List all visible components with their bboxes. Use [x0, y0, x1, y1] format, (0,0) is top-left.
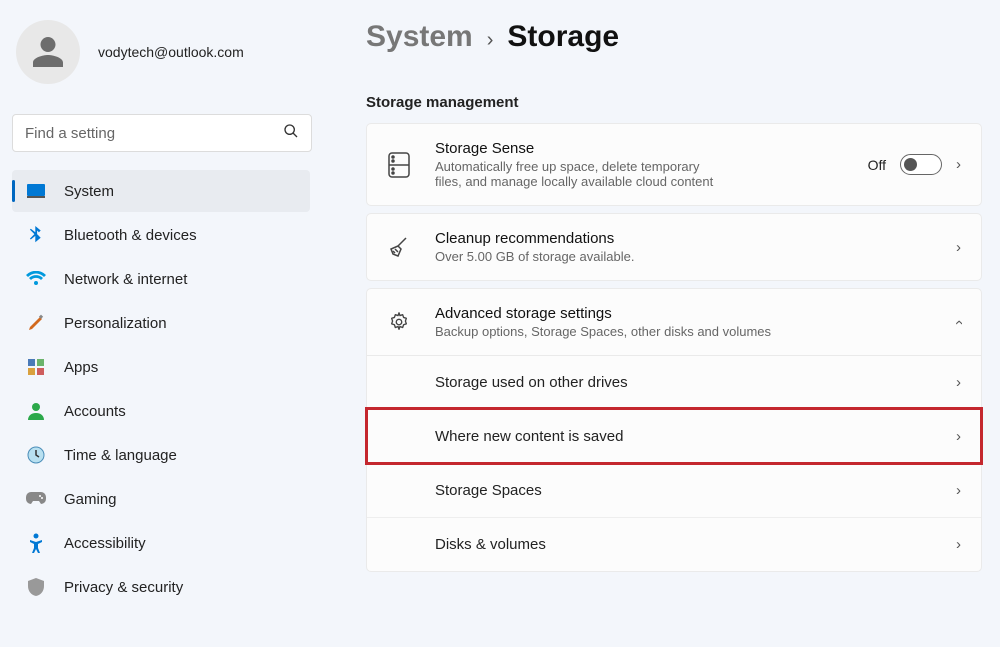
brush-icon	[26, 313, 46, 333]
sub-storage-spaces[interactable]: Storage Spaces ›	[367, 463, 981, 517]
nav-label: Time & language	[64, 447, 177, 464]
gamepad-icon	[26, 489, 46, 509]
nav-label: Network & internet	[64, 271, 187, 288]
nav-personalization[interactable]: Personalization	[12, 302, 310, 344]
person-icon	[26, 401, 46, 421]
toggle-label: Off	[868, 157, 886, 173]
nav-apps[interactable]: Apps	[12, 346, 310, 388]
advanced-storage-header[interactable]: Advanced storage settings Backup options…	[366, 288, 982, 356]
user-profile[interactable]: vodytech@outlook.com	[8, 12, 320, 104]
nav-bluetooth[interactable]: Bluetooth & devices	[12, 214, 310, 256]
sub-item-label: Where new content is saved	[435, 428, 956, 445]
card-subtitle: Over 5.00 GB of storage available.	[435, 249, 956, 264]
clock-icon	[26, 445, 46, 465]
nav-label: Bluetooth & devices	[64, 227, 197, 244]
gear-icon	[387, 310, 411, 334]
chevron-right-icon: ›	[956, 536, 961, 553]
storage-sense-card[interactable]: Storage Sense Automatically free up spac…	[366, 123, 982, 206]
nav-time-language[interactable]: Time & language	[12, 434, 310, 476]
nav-privacy[interactable]: Privacy & security	[12, 566, 310, 608]
system-icon	[26, 181, 46, 201]
search-icon	[283, 123, 299, 144]
chevron-right-icon: ›	[487, 29, 494, 52]
apps-icon	[26, 357, 46, 377]
avatar	[16, 20, 80, 84]
breadcrumb-parent[interactable]: System	[366, 20, 473, 54]
section-title: Storage management	[366, 94, 982, 111]
sub-item-label: Storage used on other drives	[435, 374, 956, 391]
user-email: vodytech@outlook.com	[98, 44, 244, 60]
advanced-storage-sublist: Storage used on other drives › Where new…	[366, 356, 982, 572]
nav-label: Accessibility	[64, 535, 146, 552]
shield-icon	[26, 577, 46, 597]
nav-label: Accounts	[64, 403, 126, 420]
card-title: Cleanup recommendations	[435, 230, 956, 247]
sub-disks-volumes[interactable]: Disks & volumes ›	[367, 517, 981, 571]
chevron-up-icon: ›	[950, 320, 967, 325]
nav-label: Gaming	[64, 491, 117, 508]
search-input[interactable]	[25, 125, 283, 142]
nav-gaming[interactable]: Gaming	[12, 478, 310, 520]
chevron-right-icon: ›	[956, 428, 961, 445]
sub-item-label: Disks & volumes	[435, 536, 956, 553]
sub-item-label: Storage Spaces	[435, 482, 956, 499]
nav-list: System Bluetooth & devices Network & int…	[8, 170, 320, 608]
nav-label: Privacy & security	[64, 579, 183, 596]
nav-network[interactable]: Network & internet	[12, 258, 310, 300]
sub-storage-other-drives[interactable]: Storage used on other drives ›	[367, 356, 981, 409]
chevron-right-icon: ›	[956, 239, 961, 256]
wifi-icon	[26, 269, 46, 289]
chevron-right-icon: ›	[956, 374, 961, 391]
nav-label: Personalization	[64, 315, 167, 332]
nav-system[interactable]: System	[12, 170, 310, 212]
broom-icon	[387, 235, 411, 259]
nav-label: Apps	[64, 359, 98, 376]
nav-label: System	[64, 183, 114, 200]
bluetooth-icon	[26, 225, 46, 245]
accessibility-icon	[26, 533, 46, 553]
chevron-right-icon: ›	[956, 156, 961, 173]
storage-sense-toggle[interactable]	[900, 154, 942, 175]
storage-icon	[387, 153, 411, 177]
sub-where-new-content[interactable]: Where new content is saved ›	[367, 409, 981, 463]
breadcrumb-current: Storage	[507, 20, 619, 54]
search-box[interactable]	[12, 114, 312, 152]
breadcrumb: System › Storage	[366, 20, 982, 54]
card-title: Storage Sense	[435, 140, 868, 157]
cleanup-card[interactable]: Cleanup recommendations Over 5.00 GB of …	[366, 213, 982, 281]
card-subtitle: Automatically free up space, delete temp…	[435, 159, 725, 189]
nav-accounts[interactable]: Accounts	[12, 390, 310, 432]
nav-accessibility[interactable]: Accessibility	[12, 522, 310, 564]
card-title: Advanced storage settings	[435, 305, 956, 322]
card-subtitle: Backup options, Storage Spaces, other di…	[435, 324, 956, 339]
chevron-right-icon: ›	[956, 482, 961, 499]
